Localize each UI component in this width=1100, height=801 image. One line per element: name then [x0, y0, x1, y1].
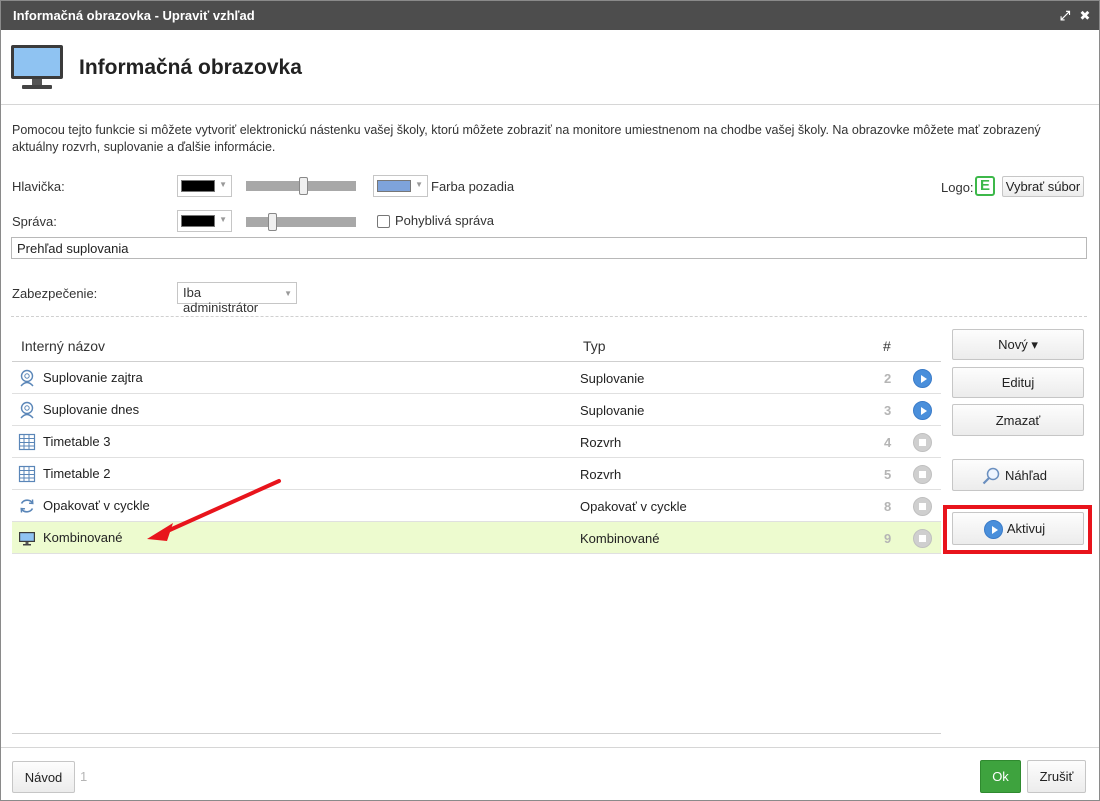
stop-icon[interactable] — [913, 529, 932, 548]
new-button[interactable]: Nový ▾ — [952, 329, 1084, 360]
row-number: 5 — [884, 467, 892, 482]
table-row[interactable]: Suplovanie zajtra Suplovanie 2 — [12, 362, 941, 394]
row-type: Opakovať v cyckle — [580, 499, 687, 514]
cancel-button[interactable]: Zrušiť — [1027, 760, 1086, 793]
preview-button[interactable]: Náhľad — [952, 459, 1084, 491]
preview-button-label: Náhľad — [1004, 467, 1048, 483]
close-icon[interactable]: ✖ — [1076, 1, 1094, 30]
section-divider — [11, 316, 1087, 317]
slider-thumb[interactable] — [299, 177, 308, 195]
dialog-window: Informačná obrazovka - Upraviť vzhľad ⤢ … — [0, 0, 1100, 801]
column-header-name[interactable]: Interný názov — [21, 338, 105, 354]
row-type: Rozvrh — [580, 467, 622, 482]
description-text: Pomocou tejto funkcie si môžete vytvoriť… — [12, 123, 1041, 154]
annotation-arrow — [147, 479, 281, 541]
row-name: Timetable 2 — [43, 466, 111, 481]
edit-button[interactable]: Edituj — [952, 367, 1084, 398]
timetable-icon — [18, 465, 36, 483]
logo-preview: E — [975, 176, 995, 196]
guide-button[interactable]: Návod — [12, 761, 75, 793]
slider-thumb[interactable] — [268, 213, 277, 231]
moving-message-checkbox[interactable] — [377, 215, 390, 228]
security-select-value: Iba administrátor — [183, 285, 259, 315]
play-icon[interactable] — [913, 401, 932, 420]
message-color-swatch — [181, 215, 215, 227]
substitution-icon — [20, 369, 34, 387]
stop-icon[interactable] — [913, 497, 932, 516]
monitor-icon — [11, 45, 63, 89]
choose-file-button[interactable]: Vybrať súbor — [1002, 176, 1084, 197]
message-size-slider[interactable] — [246, 213, 356, 231]
guide-count: 1 — [80, 769, 88, 784]
background-color-label: Farba pozadia — [431, 179, 515, 194]
play-icon[interactable] — [913, 369, 932, 388]
page-header: Informačná obrazovka — [1, 30, 1099, 105]
security-select[interactable]: Iba administrátor ▼ — [177, 282, 297, 315]
header-size-slider[interactable] — [246, 177, 356, 195]
table-row[interactable]: Suplovanie dnes Suplovanie 3 — [12, 394, 941, 426]
row-type: Rozvrh — [580, 435, 622, 450]
message-input[interactable] — [11, 237, 1087, 259]
row-name: Kombinované — [43, 530, 123, 545]
table-bottom-border — [12, 733, 941, 734]
magnifier-icon — [982, 467, 1000, 485]
column-header-type[interactable]: Typ — [583, 338, 606, 354]
annotation-highlight-box — [943, 505, 1092, 554]
row-number: 9 — [884, 531, 892, 546]
header-color-picker[interactable]: ▼ — [177, 175, 232, 197]
row-type: Suplovanie — [580, 371, 645, 386]
chevron-down-icon: ▼ — [284, 289, 292, 298]
cycle-icon — [20, 499, 34, 513]
row-number: 3 — [884, 403, 892, 418]
stop-icon[interactable] — [913, 433, 932, 452]
page-title: Informačná obrazovka — [79, 56, 302, 79]
row-name: Suplovanie zajtra — [43, 370, 143, 385]
substitution-icon — [20, 401, 34, 419]
security-label: Zabezpečenie: — [12, 286, 98, 301]
row-number: 8 — [884, 499, 892, 514]
dialog-footer: Návod 1 Ok Zrušiť — [1, 747, 1099, 801]
chevron-down-icon: ▼ — [415, 180, 423, 189]
delete-button[interactable]: Zmazať — [952, 404, 1084, 436]
timetable-icon — [18, 433, 36, 451]
header-label: Hlavička: — [12, 179, 65, 194]
table-row[interactable]: Timetable 3 Rozvrh 4 — [12, 426, 941, 458]
chevron-down-icon: ▼ — [219, 180, 227, 189]
header-color-swatch — [181, 180, 215, 192]
table-header: Interný názov Typ # — [12, 331, 941, 362]
ok-button[interactable]: Ok — [980, 760, 1021, 793]
maximize-icon[interactable]: ⤢ — [1056, 1, 1074, 30]
stop-icon[interactable] — [913, 465, 932, 484]
message-label: Správa: — [12, 214, 57, 229]
column-header-number[interactable]: # — [883, 338, 891, 354]
row-name: Opakovať v cyckle — [43, 498, 150, 513]
row-type: Kombinované — [580, 531, 660, 546]
message-color-picker[interactable]: ▼ — [177, 210, 232, 232]
window-title: Informačná obrazovka - Upraviť vzhľad — [13, 8, 255, 23]
row-name: Suplovanie dnes — [43, 402, 140, 417]
background-color-swatch — [377, 180, 411, 192]
row-number: 4 — [884, 435, 892, 450]
row-name: Timetable 3 — [43, 434, 111, 449]
title-bar: Informačná obrazovka - Upraviť vzhľad ⤢ … — [1, 1, 1099, 30]
background-color-picker[interactable]: ▼ — [373, 175, 428, 197]
row-number: 2 — [884, 371, 892, 386]
moving-message-label: Pohyblivá správa — [395, 213, 494, 228]
logo-label: Logo: — [941, 180, 974, 195]
row-type: Suplovanie — [580, 403, 645, 418]
chevron-down-icon: ▼ — [219, 215, 227, 224]
monitor-icon — [19, 532, 35, 546]
